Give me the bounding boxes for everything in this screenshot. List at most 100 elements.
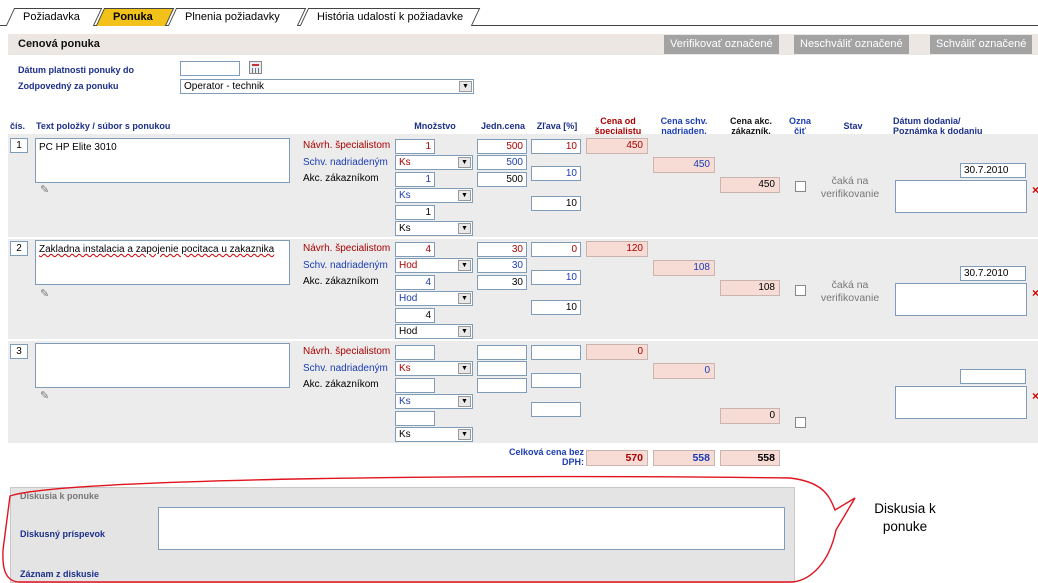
- delivery-date-input[interactable]: 30.7.2010: [960, 266, 1026, 281]
- responsible-select[interactable]: Operator - technik ▼: [180, 79, 474, 94]
- status-text: čaká na verifikovanie: [820, 279, 880, 304]
- unit-value: Ks: [399, 429, 411, 440]
- chevron-down-icon: ▼: [458, 363, 471, 374]
- qty-appr-input[interactable]: 4: [395, 275, 435, 290]
- calendar-icon[interactable]: [249, 61, 262, 74]
- paperclip-icon[interactable]: ✎: [40, 183, 49, 196]
- price-cust-input[interactable]: [477, 378, 527, 393]
- approve-button[interactable]: Schváliť označené: [930, 35, 1033, 54]
- delete-icon[interactable]: ×: [1032, 183, 1038, 197]
- chevron-down-icon: ▼: [458, 190, 471, 201]
- row-number: 3: [10, 344, 28, 359]
- row-label-cust: Akc. zákazníkom: [303, 173, 379, 184]
- item-text-area[interactable]: PC HP Elite 3010: [35, 138, 290, 183]
- row-number: 1: [10, 138, 28, 153]
- unit-spec-select[interactable]: Hod ▼: [395, 258, 473, 273]
- unit-cust-select[interactable]: Ks ▼: [395, 221, 473, 236]
- price-appr-input[interactable]: 30: [477, 258, 527, 273]
- total-appr: 558: [653, 450, 715, 466]
- discount-cust-input[interactable]: 10: [531, 196, 581, 211]
- price-cust-value: 450: [720, 177, 780, 193]
- tab-label: Ponuka: [113, 11, 153, 23]
- price-cust-value: 0: [720, 408, 780, 424]
- delete-icon[interactable]: ×: [1032, 286, 1038, 300]
- qty-appr-input[interactable]: 1: [395, 172, 435, 187]
- chevron-down-icon: ▼: [459, 81, 472, 92]
- item-text-area[interactable]: [35, 343, 290, 388]
- row-label-spec: Návrh. špecialistom: [303, 243, 391, 254]
- tab-ponuka[interactable]: Ponuka: [95, 8, 175, 26]
- verify-button[interactable]: Verifikovať označené: [664, 35, 779, 54]
- delivery-date-input[interactable]: 30.7.2010: [960, 163, 1026, 178]
- mark-checkbox[interactable]: [795, 181, 806, 192]
- price-spec-input[interactable]: 30: [477, 242, 527, 257]
- unit-appr-select[interactable]: Ks ▼: [395, 394, 473, 409]
- annotation-shape: [2, 475, 856, 583]
- discount-cust-input[interactable]: [531, 402, 581, 417]
- total-label: Celková cena bez DPH:: [508, 447, 584, 467]
- price-spec-value: 0: [586, 344, 648, 360]
- unit-value: Ks: [399, 363, 411, 374]
- row-label-spec: Návrh. špecialistom: [303, 140, 391, 151]
- discount-cust-input[interactable]: 10: [531, 300, 581, 315]
- unit-value: Ks: [399, 190, 411, 201]
- unit-value: Ks: [399, 396, 411, 407]
- col-status: Stav: [843, 121, 863, 131]
- price-cust-input[interactable]: 500: [477, 172, 527, 187]
- qty-cust-input[interactable]: [395, 411, 435, 426]
- discount-appr-input[interactable]: 10: [531, 270, 581, 285]
- qty-spec-input[interactable]: 4: [395, 242, 435, 257]
- delivery-note-input[interactable]: [895, 283, 1027, 316]
- row-label-appr: Schv. nadriadeným: [303, 363, 388, 374]
- delivery-note-input[interactable]: [895, 386, 1027, 419]
- unit-spec-select[interactable]: Ks ▼: [395, 361, 473, 376]
- delivery-note-input[interactable]: [895, 180, 1027, 213]
- qty-cust-input[interactable]: 1: [395, 205, 435, 220]
- price-spec-input[interactable]: 500: [477, 139, 527, 154]
- paperclip-icon[interactable]: ✎: [40, 287, 49, 300]
- unit-value: Hod: [399, 326, 418, 337]
- tab-label: Plnenia požiadavky: [185, 11, 280, 23]
- price-appr-value: 108: [653, 260, 715, 276]
- total-cust: 558: [720, 450, 780, 466]
- discount-spec-input[interactable]: 0: [531, 242, 581, 257]
- row-label-appr: Schv. nadriadeným: [303, 157, 388, 168]
- tab-plnenia[interactable]: Plnenia požiadavky: [167, 8, 307, 26]
- delivery-date-input[interactable]: [960, 369, 1026, 384]
- chevron-down-icon: ▼: [458, 157, 471, 168]
- validity-date-input[interactable]: [180, 61, 240, 76]
- col-price-appr: Cena schv. nadriaden.: [660, 116, 708, 136]
- unit-appr-select[interactable]: Ks ▼: [395, 188, 473, 203]
- col-unit-price: Jedn.cena: [480, 121, 526, 131]
- price-appr-input[interactable]: [477, 361, 527, 376]
- unit-appr-select[interactable]: Hod ▼: [395, 291, 473, 306]
- chevron-down-icon: ▼: [458, 326, 471, 337]
- delete-icon[interactable]: ×: [1032, 389, 1038, 403]
- mark-checkbox[interactable]: [795, 417, 806, 428]
- price-spec-input[interactable]: [477, 345, 527, 360]
- qty-appr-input[interactable]: [395, 378, 435, 393]
- discount-spec-input[interactable]: [531, 345, 581, 360]
- item-text-area[interactable]: Zakladna instalacia a zapojenie pocitaca…: [35, 240, 290, 285]
- total-spec: 570: [586, 450, 648, 466]
- paperclip-icon[interactable]: ✎: [40, 389, 49, 402]
- reject-button[interactable]: Neschváliť označené: [794, 35, 909, 54]
- status-text: čaká na verifikovanie: [820, 175, 880, 200]
- price-cust-input[interactable]: 30: [477, 275, 527, 290]
- price-appr-input[interactable]: 500: [477, 155, 527, 170]
- discount-appr-input[interactable]: 10: [531, 166, 581, 181]
- discount-appr-input[interactable]: [531, 373, 581, 388]
- qty-cust-input[interactable]: 4: [395, 308, 435, 323]
- price-appr-value: 450: [653, 157, 715, 173]
- unit-cust-select[interactable]: Ks ▼: [395, 427, 473, 442]
- qty-spec-input[interactable]: [395, 345, 435, 360]
- tab-historia[interactable]: História udalostí k požiadavke: [299, 8, 481, 26]
- chevron-down-icon: ▼: [458, 396, 471, 407]
- mark-checkbox[interactable]: [795, 285, 806, 296]
- unit-spec-select[interactable]: Ks ▼: [395, 155, 473, 170]
- col-num: čís.: [10, 121, 26, 131]
- discount-spec-input[interactable]: 10: [531, 139, 581, 154]
- unit-cust-select[interactable]: Hod ▼: [395, 324, 473, 339]
- tab-poziadavka[interactable]: Požiadavka: [5, 8, 103, 26]
- qty-spec-input[interactable]: 1: [395, 139, 435, 154]
